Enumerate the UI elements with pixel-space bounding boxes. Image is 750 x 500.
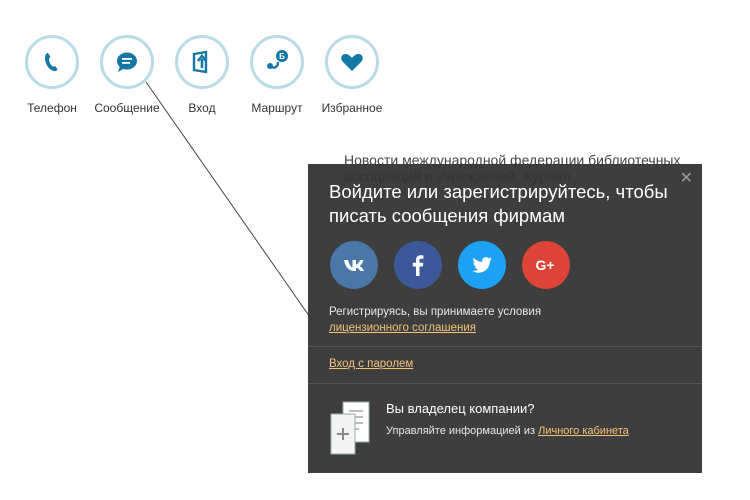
vk-icon xyxy=(344,260,364,271)
google-plus-button[interactable]: G+ xyxy=(522,241,570,289)
svg-text:G+: G+ xyxy=(535,257,554,273)
facebook-button[interactable] xyxy=(394,241,442,289)
license-agreement-link[interactable]: лицензионного соглашения xyxy=(329,320,541,336)
vk-button[interactable] xyxy=(330,241,378,289)
password-login-link[interactable]: Вход с паролем xyxy=(329,358,413,370)
svg-text:Б: Б xyxy=(279,52,285,61)
facebook-icon xyxy=(412,255,424,276)
message-icon xyxy=(117,52,137,72)
terms-text: Регистрируясь, вы принимаете условия xyxy=(329,306,542,318)
favorites-label: Избранное xyxy=(321,101,383,115)
login-popup: ✕ Войдите или зарегистрируйтесь, чтобы п… xyxy=(308,164,702,473)
twitter-button[interactable] xyxy=(458,241,506,289)
divider xyxy=(308,346,702,347)
favorites-action[interactable]: Избранное xyxy=(312,35,392,115)
divider xyxy=(308,383,702,384)
favorites-button[interactable] xyxy=(325,35,379,89)
route-button[interactable]: Б xyxy=(250,35,304,89)
phone-button[interactable] xyxy=(25,35,79,89)
action-bar: Телефон Сообщение Вход Б Маршрут Избранн… xyxy=(0,0,420,140)
twitter-icon xyxy=(472,257,492,273)
message-button[interactable] xyxy=(100,35,154,89)
entrance-button[interactable] xyxy=(175,35,229,89)
entrance-action[interactable]: Вход xyxy=(162,35,242,115)
message-action[interactable]: Сообщение xyxy=(87,35,167,115)
entrance-label: Вход xyxy=(188,101,216,115)
owner-text-line: Управляйте информацией из Личного кабине… xyxy=(386,425,629,437)
popup-title: Войдите или зарегистрируйтесь, чтобы пис… xyxy=(329,181,668,226)
owner-title: Вы владелец компании? xyxy=(386,401,535,416)
google-plus-icon: G+ xyxy=(535,257,554,273)
route-action[interactable]: Б Маршрут xyxy=(237,35,317,115)
entrance-icon xyxy=(192,50,208,74)
route-icon: Б xyxy=(267,50,288,69)
heart-icon xyxy=(341,54,363,71)
message-label: Сообщение xyxy=(94,101,160,115)
personal-cabinet-link[interactable]: Личного кабинета xyxy=(538,425,629,437)
close-icon[interactable]: ✕ xyxy=(680,170,693,188)
phone-action[interactable]: Телефон xyxy=(12,35,92,115)
route-label: Маршрут xyxy=(251,101,303,115)
phone-icon xyxy=(45,53,58,72)
owner-text: Управляйте информацией из xyxy=(386,425,536,437)
phone-label: Телефон xyxy=(27,101,77,115)
terms-block: Регистрируясь, вы принимаете условия лиц… xyxy=(329,304,541,336)
documents-icon xyxy=(330,401,370,455)
